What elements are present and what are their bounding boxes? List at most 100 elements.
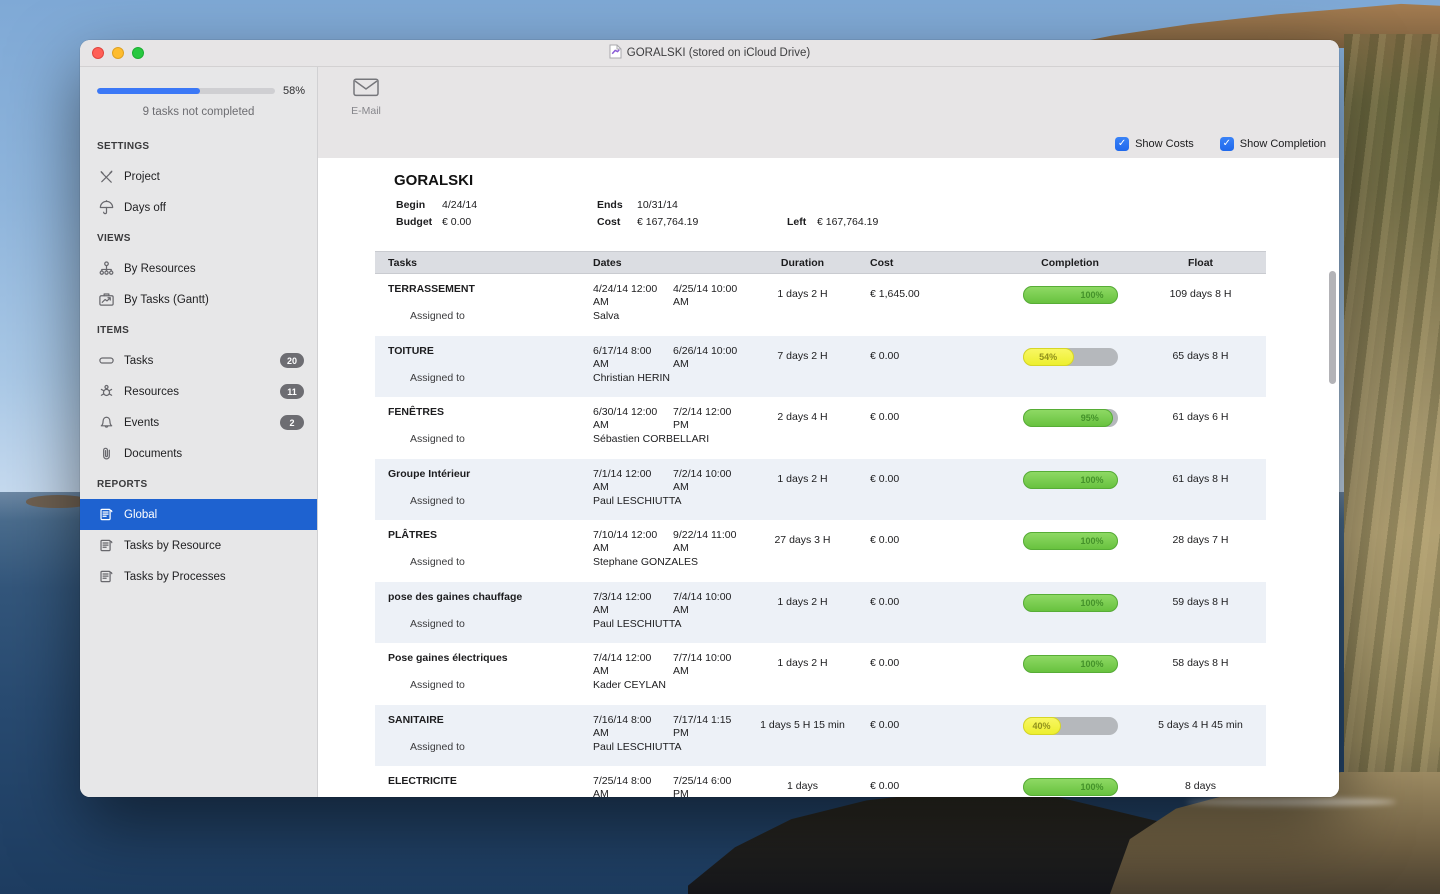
email-button[interactable]: E-Mail	[340, 78, 392, 117]
sidebar-item-project[interactable]: Project	[80, 161, 317, 192]
sidebar-item-label: Global	[124, 509, 157, 521]
completion-pill: 100%	[1023, 471, 1118, 489]
task-name: SANITAIRE	[388, 714, 581, 727]
task-duration: 1 days 2 H	[755, 274, 850, 336]
sidebar-item-tasks-by-resource[interactable]: Tasks by Resource	[80, 530, 317, 561]
sidebar-item-label: Events	[124, 417, 159, 429]
assigned-to-label: Assigned to	[388, 372, 581, 385]
assigned-to-label: Assigned to	[388, 495, 581, 508]
task-float: 59 days 8 H	[1135, 582, 1266, 644]
assignee-name: Paul LESCHIUTTA	[585, 618, 755, 631]
sidebar-item-tasks[interactable]: Tasks20	[80, 345, 317, 376]
report-budget: Budget€ 0.00	[396, 214, 597, 231]
vertical-scrollbar[interactable]	[1329, 271, 1336, 384]
task-end-date: 7/2/14 10:00 AM	[673, 468, 747, 494]
sidebar-section-views: VIEWS	[80, 223, 317, 253]
completion-pill: 54%	[1023, 348, 1118, 366]
task-float: 61 days 6 H	[1135, 397, 1266, 459]
assignee-name: Salva	[585, 310, 755, 323]
task-start-date: 6/30/14 12:00 AM	[593, 406, 667, 432]
task-start-date: 4/24/14 12:00 AM	[593, 283, 667, 309]
zoom-button[interactable]	[132, 47, 144, 59]
task-cost: € 0.00	[850, 520, 1005, 582]
sidebar-item-global[interactable]: Global	[80, 499, 317, 530]
sidebar-item-resources[interactable]: Resources11	[80, 376, 317, 407]
sidebar-section-reports: REPORTS	[80, 469, 317, 499]
minimize-button[interactable]	[112, 47, 124, 59]
table-row[interactable]: pose des gaines chauffageAssigned to7/3/…	[375, 582, 1266, 644]
task-float: 8 days	[1135, 766, 1266, 797]
org-chart-icon	[97, 260, 115, 278]
table-row[interactable]: Pose gaines électriquesAssigned to7/4/14…	[375, 643, 1266, 705]
column-header-completion: Completion	[1005, 257, 1135, 269]
sidebar-item-label: Project	[124, 171, 160, 183]
column-header-cost: Cost	[850, 257, 1005, 269]
sidebar-item-label: Tasks by Processes	[124, 571, 226, 583]
task-cost: € 0.00	[850, 582, 1005, 644]
resource-icon	[97, 383, 115, 401]
title-bar[interactable]: GORALSKI (stored on iCloud Drive)	[80, 40, 1339, 67]
tasks-progress-bar	[97, 88, 275, 94]
task-cost: € 1,645.00	[850, 274, 1005, 336]
table-row[interactable]: Groupe IntérieurAssigned to7/1/14 12:00 …	[375, 459, 1266, 521]
report-icon	[97, 568, 115, 586]
task-duration: 7 days 2 H	[755, 336, 850, 398]
task-duration: 27 days 3 H	[755, 520, 850, 582]
task-start-date: 7/1/14 12:00 AM	[593, 468, 667, 494]
task-name: TERRASSEMENT	[388, 283, 581, 296]
table-row[interactable]: TERRASSEMENTAssigned to4/24/14 12:00 AM4…	[375, 274, 1266, 336]
task-cost: € 0.00	[850, 397, 1005, 459]
completion-percent: 95%	[1081, 413, 1099, 423]
table-row[interactable]: ELECTRICITE7/25/14 8:00 AM7/25/14 6:00 P…	[375, 766, 1266, 797]
report-icon	[97, 506, 115, 524]
task-cost: € 0.00	[850, 336, 1005, 398]
task-float: 28 days 7 H	[1135, 520, 1266, 582]
table-row[interactable]: SANITAIREAssigned to7/16/14 8:00 AM7/17/…	[375, 705, 1266, 767]
completion-percent: 54%	[1024, 352, 1073, 362]
sidebar-item-tasks-by-processes[interactable]: Tasks by Processes	[80, 561, 317, 592]
task-end-date: 7/25/14 6:00 PM	[673, 775, 747, 797]
completion-percent: 100%	[1080, 475, 1103, 485]
table-row[interactable]: FENÊTRES Assigned to 6/30/14 12:00 AM7/2/1…	[375, 397, 1266, 459]
completion-percent: 100%	[1080, 598, 1103, 608]
sidebar-item-events[interactable]: Events2	[80, 407, 317, 438]
table-row[interactable]: PLÂTRESAssigned to7/10/14 12:00 AM9/22/1…	[375, 520, 1266, 582]
assigned-to-label: Assigned to	[388, 741, 581, 754]
task-start-date: 7/16/14 8:00 AM	[593, 714, 667, 740]
checkbox-check-icon: ✓	[1220, 137, 1234, 151]
task-float: 109 days 8 H	[1135, 274, 1266, 336]
sidebar-item-by-tasks-gantt[interactable]: By Tasks (Gantt)	[80, 284, 317, 315]
completion-percent: 100%	[1080, 290, 1103, 300]
completion-pill: 40%	[1023, 717, 1118, 735]
column-header-duration: Duration	[755, 257, 850, 269]
tasks-table: Tasks Dates Duration Cost Completion Flo…	[375, 251, 1266, 797]
sidebar-item-by-resources[interactable]: By Resources	[80, 253, 317, 284]
checkbox-show-costs[interactable]: ✓Show Costs	[1115, 137, 1194, 151]
sidebar-item-days-off[interactable]: Days off	[80, 192, 317, 223]
report-cost: Cost€ 167,764.19	[597, 214, 787, 231]
table-row[interactable]: TOITUREAssigned to6/17/14 8:00 AM6/26/14…	[375, 336, 1266, 398]
tasks-progress-percent: 58%	[283, 85, 305, 97]
task-pill-icon	[97, 352, 115, 370]
task-end-date: 7/2/14 12:00 PM	[673, 406, 747, 432]
completion-pill: 100%	[1023, 286, 1118, 304]
main-panel: E-Mail ✓Show Costs✓Show Completion GORAL…	[318, 67, 1339, 797]
checkbox-show-completion[interactable]: ✓Show Completion	[1220, 137, 1326, 151]
assigned-to-label: Assigned to	[388, 433, 581, 446]
task-duration: 2 days 4 H	[755, 397, 850, 459]
sidebar-item-documents[interactable]: Documents	[80, 438, 317, 469]
sidebar-item-label: Tasks by Resource	[124, 540, 221, 552]
task-start-date: 7/10/14 12:00 AM	[593, 529, 667, 555]
completion-percent: 100%	[1080, 659, 1103, 669]
completion-pill: 95%	[1023, 409, 1118, 427]
task-name: FENÊTRES	[388, 406, 581, 419]
project-icon	[97, 168, 115, 186]
assignee-name: Paul LESCHIUTTA	[585, 741, 755, 754]
completion-pill: 100%	[1023, 594, 1118, 612]
close-button[interactable]	[92, 47, 104, 59]
task-end-date: 4/25/14 10:00 AM	[673, 283, 747, 309]
task-duration: 1 days 5 H 15 min	[755, 705, 850, 767]
sidebar-section-settings: SETTINGS	[80, 131, 317, 161]
task-name: pose des gaines chauffage	[388, 591, 581, 604]
sidebar: 58% 9 tasks not completed SETTINGSProjec…	[80, 67, 318, 797]
